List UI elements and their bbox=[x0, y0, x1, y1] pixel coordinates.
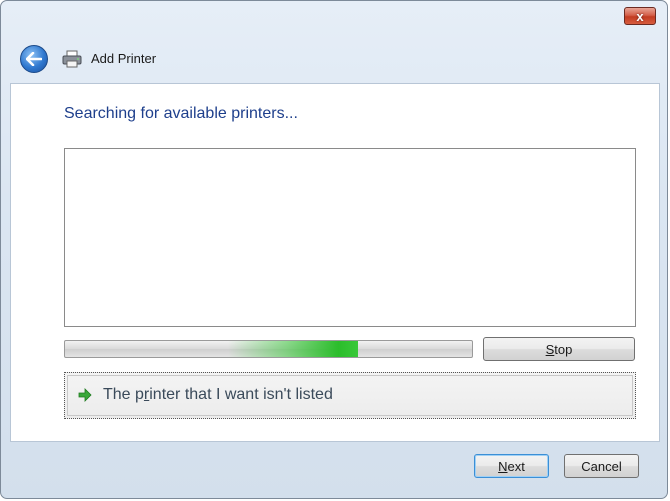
cancel-button-label: Cancel bbox=[581, 458, 622, 474]
back-button[interactable] bbox=[20, 45, 48, 73]
stop-button[interactable]: Stop bbox=[483, 337, 635, 361]
printer-not-listed-label: The printer that I want isn't listed bbox=[103, 386, 333, 403]
back-arrow-icon bbox=[26, 52, 42, 66]
dialog-title: Add Printer bbox=[91, 51, 157, 66]
add-printer-window: x Add Printer Searching for available pr… bbox=[0, 0, 668, 499]
printer-list[interactable] bbox=[64, 148, 636, 327]
printer-icon bbox=[62, 50, 82, 68]
printer-not-listed-link[interactable]: The printer that I want isn't listed bbox=[64, 372, 636, 419]
close-icon: x bbox=[636, 8, 644, 24]
next-button[interactable]: Next bbox=[474, 454, 549, 478]
next-button-label: Next bbox=[498, 458, 525, 474]
progress-indicator bbox=[227, 341, 359, 357]
green-arrow-icon bbox=[78, 388, 92, 402]
cancel-button[interactable]: Cancel bbox=[564, 454, 639, 478]
close-button[interactable]: x bbox=[624, 7, 656, 25]
content-panel: Searching for available printers... Stop… bbox=[10, 83, 660, 442]
search-progress-bar bbox=[64, 340, 473, 358]
page-heading: Searching for available printers... bbox=[64, 105, 298, 122]
stop-button-label: Stop bbox=[545, 341, 573, 357]
